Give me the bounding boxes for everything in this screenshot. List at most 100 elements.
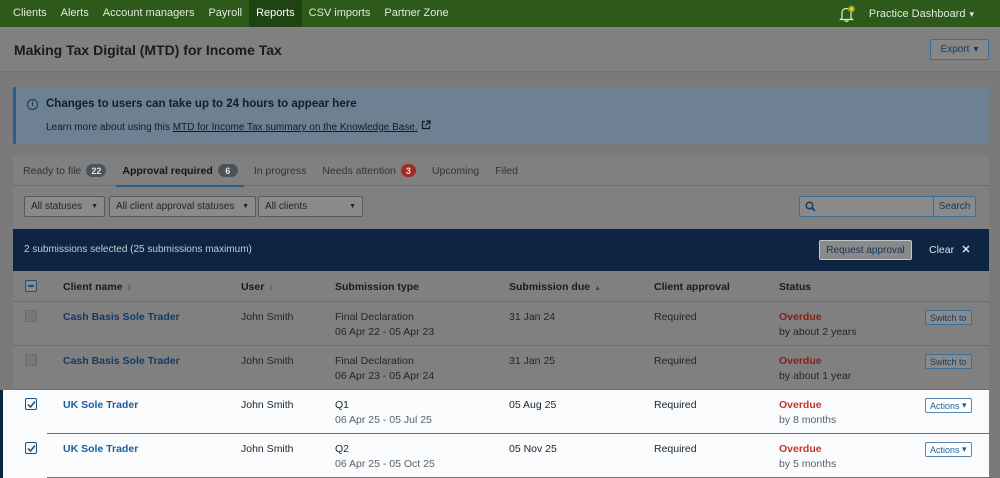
practice-dashboard-menu[interactable]: Practice Dashboard ▾ [869, 8, 1000, 20]
banner-text: Learn more about using this MTD for Inco… [46, 120, 431, 133]
row-checkbox-checked[interactable] [25, 398, 37, 410]
banner-text-prefix: Learn more about using this [46, 122, 173, 133]
submission-due-cell: 05 Aug 25 [509, 399, 557, 411]
status-detail: by 8 months [779, 414, 837, 426]
banner-title: Changes to users can take up to 24 hours… [46, 98, 357, 110]
request-approval-button[interactable]: Request approval [819, 240, 912, 260]
tab-label: Upcoming [431, 164, 480, 177]
client-name-link[interactable]: UK Sole Trader [63, 443, 138, 455]
client-name-link[interactable]: Cash Basis Sole Trader [63, 355, 180, 367]
status-detail: by about 1 year [779, 370, 852, 382]
nav-item-account-managers[interactable]: Account managers [96, 0, 202, 27]
table-row-selected: UK Sole Trader John Smith Q1 06 Apr 25 - … [0, 390, 989, 434]
switch-to-button[interactable]: Switch to [925, 310, 972, 325]
status-badge: Overdue [779, 355, 822, 367]
chevron-down-icon: ▼ [242, 203, 249, 210]
selected-row-marker [0, 434, 47, 478]
sort-ascending-icon: ▲ [594, 285, 602, 292]
close-icon [962, 244, 970, 256]
client-approval-cell: Required [654, 443, 697, 455]
actions-dropdown-button[interactable]: Actions ▾ [925, 442, 972, 457]
search-input[interactable] [820, 197, 933, 216]
client-approval-filter-select[interactable]: All client approval statuses ▼ [109, 196, 256, 217]
alert-count-badge: 3 [400, 164, 416, 177]
submission-type-cell: Final Declaration 06 Apr 22 - 05 Apr 23 [335, 311, 434, 338]
submission-period: 06 Apr 22 - 05 Apr 23 [335, 326, 435, 338]
status-cell: Overdue by about 1 year [779, 355, 851, 382]
tab-approval-required[interactable]: Approval required 6 [114, 155, 245, 187]
selection-count-text: 2 submissions selected (25 submissions m… [24, 244, 252, 255]
submission-period: 06 Apr 25 - 05 Jul 25 [335, 414, 432, 426]
nav-item-alerts[interactable]: Alerts [54, 0, 96, 27]
chevron-down-icon: ▼ [91, 203, 98, 210]
clients-filter-value: All clients [265, 201, 308, 212]
nav-item-csv-imports[interactable]: CSV imports [302, 0, 378, 27]
row-checkbox-checked[interactable] [25, 442, 37, 454]
submission-due-cell: 05 Nov 25 [509, 443, 557, 455]
top-nav: Clients Alerts Account managers Payroll … [0, 0, 1000, 27]
sort-icon: ⇕ [126, 285, 133, 292]
status-cell: Overdue by 5 months [779, 443, 836, 470]
clear-label: Clear [929, 244, 955, 256]
nav-item-payroll[interactable]: Payroll [201, 0, 249, 27]
user-cell: John Smith [241, 311, 294, 323]
actions-dropdown-button[interactable]: Actions ▾ [925, 398, 972, 413]
submission-type: Final Declaration [335, 355, 414, 367]
client-name-link[interactable]: UK Sole Trader [63, 399, 138, 411]
submission-period: 06 Apr 23 - 05 Apr 24 [335, 370, 435, 382]
column-header-label: Submission due [509, 281, 591, 293]
column-header-submission-due[interactable]: Submission due ▲ [509, 281, 601, 293]
nav-item-partner-zone[interactable]: Partner Zone [377, 0, 455, 27]
practice-dashboard-label: Practice Dashboard [868, 7, 966, 20]
client-name-link[interactable]: Cash Basis Sole Trader [63, 311, 180, 323]
user-cell: John Smith [241, 399, 294, 411]
count-badge: 6 [217, 164, 238, 177]
submission-due-cell: 31 Jan 24 [509, 311, 556, 323]
client-approval-cell: Required [654, 399, 697, 411]
tab-in-progress[interactable]: In progress [246, 155, 315, 186]
client-approval-cell: Required [654, 355, 697, 367]
tab-label: Ready to file [23, 164, 82, 177]
column-header-submission-type: Submission type [335, 281, 420, 293]
submission-period: 06 Apr 25 - 05 Oct 25 [335, 458, 435, 470]
switch-to-button[interactable]: Switch to [925, 354, 972, 369]
submission-type-cell: Q2 06 Apr 25 - 05 Oct 25 [335, 443, 435, 470]
nav-item-reports[interactable]: Reports [249, 0, 302, 27]
page-title: Making Tax Digital (MTD) for Income Tax [14, 42, 282, 58]
nav-item-clients[interactable]: Clients [0, 0, 54, 27]
column-header-client-approval: Client approval [654, 281, 730, 293]
tab-label: Needs attention [322, 164, 396, 177]
export-button[interactable]: Export ▾ [930, 39, 989, 60]
actions-label: Actions [930, 444, 960, 455]
status-filter-select[interactable]: All statuses ▼ [24, 196, 105, 217]
chevron-down-icon: ▼ [349, 203, 356, 210]
select-all-checkbox[interactable] [25, 280, 37, 292]
chevron-down-icon: ▾ [973, 44, 979, 55]
search-icon [800, 197, 820, 216]
table-row-selected: UK Sole Trader John Smith Q2 06 Apr 25 - … [0, 434, 989, 478]
external-link-icon [421, 120, 431, 133]
search-box: Search [799, 196, 976, 217]
tab-needs-attention[interactable]: Needs attention 3 [314, 155, 424, 186]
bell-icon[interactable] [837, 4, 857, 24]
submission-type-cell: Final Declaration 06 Apr 23 - 05 Apr 24 [335, 355, 434, 382]
clear-selection-button[interactable]: Clear [929, 244, 970, 256]
submission-type-cell: Q1 06 Apr 25 - 05 Jul 25 [335, 399, 432, 426]
actions-label: Actions [930, 400, 960, 411]
client-approval-cell: Required [654, 311, 697, 323]
clients-filter-select[interactable]: All clients ▼ [258, 196, 363, 217]
status-badge: Overdue [779, 443, 822, 455]
column-header-client-name[interactable]: Client name ⇕ [63, 281, 132, 293]
status-badge: Overdue [779, 399, 822, 411]
tab-ready-to-file[interactable]: Ready to file 22 [13, 155, 114, 186]
status-cell: Overdue by about 2 years [779, 311, 857, 338]
tab-upcoming[interactable]: Upcoming [424, 155, 487, 186]
knowledge-base-link[interactable]: MTD for Income Tax summary on the Knowle… [173, 122, 418, 133]
user-cell: John Smith [241, 355, 294, 367]
submission-type: Q2 [335, 443, 350, 455]
row-checkbox [25, 310, 37, 322]
filter-bar: All statuses ▼ All client approval status… [13, 186, 989, 229]
search-button[interactable]: Search [933, 197, 975, 216]
column-header-user[interactable]: User ⇕ [241, 281, 274, 293]
tab-filed[interactable]: Filed [487, 155, 526, 186]
